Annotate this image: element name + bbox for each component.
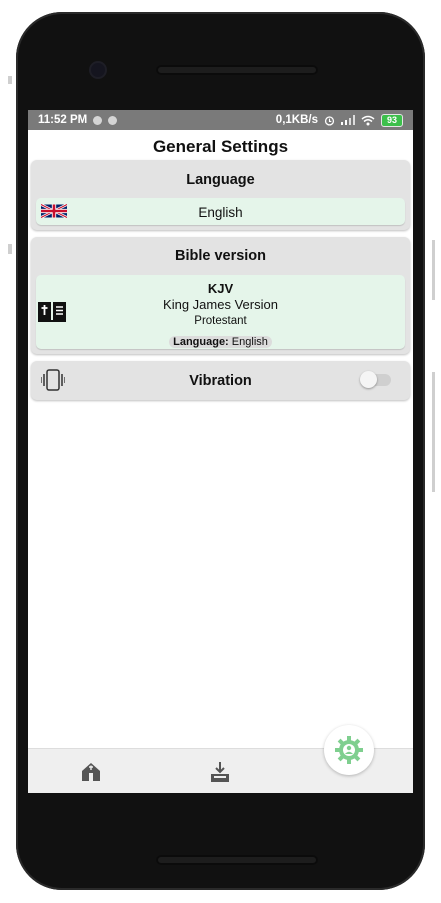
church-home-icon[interactable]	[80, 761, 102, 783]
vibration-toggle-knob[interactable]	[360, 371, 377, 388]
bible-abbr: KJV	[207, 281, 234, 296]
settings-gear-icon	[335, 736, 363, 764]
app-screen: 11:52 PM 0,1KB/s 93 General Settings Lan…	[28, 110, 413, 793]
alarm-icon	[324, 115, 335, 126]
volume-button	[432, 240, 435, 300]
download-tray-icon[interactable]	[209, 761, 231, 783]
bible-name: King James Version	[163, 297, 278, 312]
bottom-speaker	[156, 855, 318, 865]
language-card-title: Language	[186, 172, 255, 188]
network-speed: 0,1KB/s	[275, 114, 318, 126]
notification-dot-icon	[93, 115, 103, 125]
bible-tradition: Protestant	[194, 315, 247, 327]
page-title: General Settings	[152, 137, 289, 156]
side-button-left	[8, 76, 12, 84]
top-speaker	[156, 65, 318, 75]
bible-version-selector[interactable]: KJV King James Version Protestant Langua…	[36, 275, 405, 349]
signal-icon	[340, 115, 355, 125]
bible-language-chip: Language: English	[169, 336, 272, 348]
vibration-label: Vibration	[189, 373, 252, 389]
bottom-nav	[28, 725, 413, 793]
language-card: Language English	[31, 160, 410, 230]
front-camera	[91, 63, 105, 77]
status-time: 11:52 PM	[38, 114, 88, 126]
status-bar: 11:52 PM 0,1KB/s 93	[28, 110, 413, 130]
language-selector[interactable]: English	[36, 198, 405, 225]
bible-version-title: Bible version	[174, 248, 267, 264]
power-button	[432, 372, 435, 492]
bible-version-card: Bible version KJV King James Version Pro…	[31, 237, 410, 354]
wifi-icon	[361, 115, 375, 125]
settings-fab[interactable]	[324, 725, 374, 775]
notification-dot-icon	[108, 115, 118, 125]
battery-icon: 93	[380, 113, 403, 127]
bible-language-label: Language:	[173, 336, 229, 348]
bible-language-value: English	[231, 336, 268, 348]
selected-language: English	[198, 205, 243, 220]
bible-language-line: Language: English	[36, 332, 405, 350]
vibration-card[interactable]: Vibration	[31, 361, 410, 400]
side-button-left-2	[8, 244, 12, 254]
